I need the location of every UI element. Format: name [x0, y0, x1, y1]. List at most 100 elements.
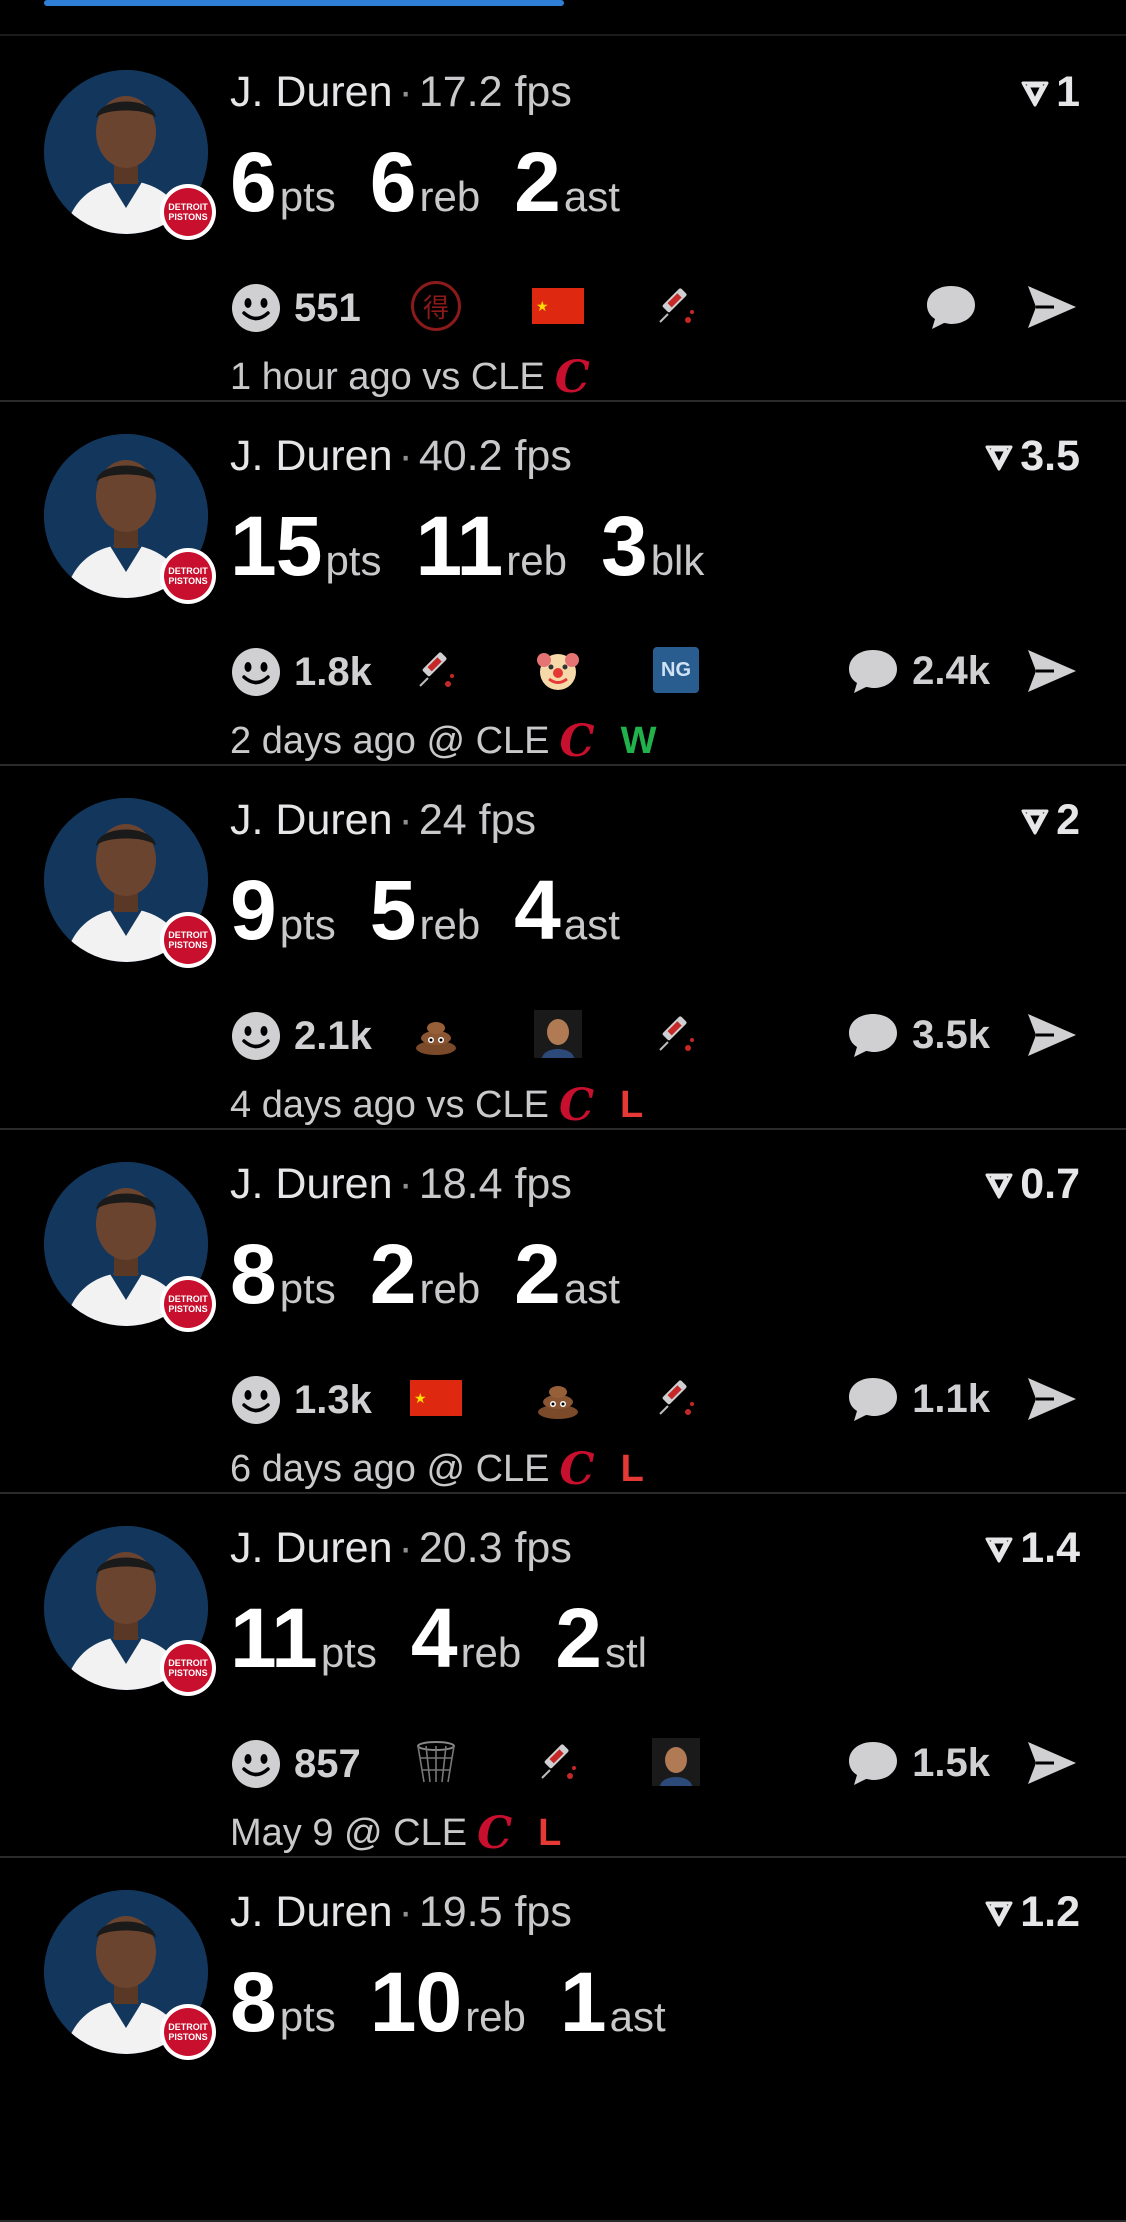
stat-value: 11: [230, 1591, 318, 1685]
stat-label: reb: [419, 901, 481, 948]
game-result: L: [620, 1448, 644, 1490]
fantasy-points: 40.2 fps: [418, 432, 572, 480]
reaction-count: 857: [294, 1741, 361, 1786]
post-card[interactable]: DETROIT PISTONS J. Duren · 18.4 fps 0.7 8 pt…: [0, 1128, 1126, 1495]
reaction-button[interactable]: 857: [230, 1738, 361, 1790]
top-tab-bar: [0, 0, 1126, 36]
game-time-opponent: 1 hour ago vs CLE: [230, 356, 545, 398]
separator-dot: ·: [398, 1888, 413, 1936]
smiley-icon: [232, 1376, 280, 1424]
reaction-button[interactable]: 1.3k: [230, 1374, 372, 1426]
stat-value: 8: [230, 1227, 277, 1321]
share-button[interactable]: [1024, 646, 1080, 701]
stat-ast: 1 ast: [560, 1954, 666, 2051]
cavaliers-logo-icon: C: [558, 1080, 594, 1131]
stat-value: 2: [514, 1227, 561, 1321]
comment-bubble-icon: [849, 1742, 898, 1785]
player-name[interactable]: J. Duren: [230, 1524, 393, 1572]
stat-label: reb: [419, 173, 481, 220]
player-name[interactable]: J. Duren: [230, 68, 393, 116]
game-time-opponent: 2 days ago @ CLE: [230, 720, 550, 762]
stat-ast: 2 ast: [514, 1226, 620, 1323]
reaction-count: 551: [294, 285, 361, 330]
post-card[interactable]: DETROIT PISTONS J. Duren · 20.3 fps 1.4 11 p…: [0, 1492, 1126, 1859]
game-info: 6 days ago @ CLE C L: [230, 1444, 644, 1495]
stat-label: pts: [279, 173, 336, 220]
game-info: 1 hour ago vs CLE C: [230, 352, 600, 403]
stat-reb: 11 reb: [415, 498, 567, 595]
rank-value: 1.2: [1020, 1888, 1080, 1936]
post-card[interactable]: DETROIT PISTONS J. Duren · 40.2 fps 3.5 15 p…: [0, 400, 1126, 767]
stat-value: 3: [600, 499, 648, 593]
post-header: J. Duren · 19.5 fps: [230, 1888, 572, 1937]
stat-value: 5: [369, 863, 417, 957]
stat-value: 15: [230, 499, 322, 593]
team-badge: DETROIT PISTONS: [160, 184, 216, 240]
comment-bubble-icon: [849, 1014, 898, 1057]
syringe-icon: [650, 1372, 702, 1424]
stat-pts: 8 pts: [230, 1954, 336, 2051]
share-button[interactable]: [1024, 1738, 1080, 1793]
share-button[interactable]: [1024, 282, 1080, 337]
syringe-icon: [650, 280, 702, 332]
send-icon: [1028, 1742, 1076, 1784]
game-result: L: [620, 1084, 644, 1126]
stat-value: 9: [230, 863, 277, 957]
reaction-button[interactable]: 1.8k: [230, 646, 372, 698]
smiley-icon: [232, 1012, 280, 1060]
stat-label: reb: [465, 1993, 526, 2040]
stat-pts: 6 pts: [230, 134, 336, 231]
reaction-button[interactable]: 551: [230, 282, 361, 334]
player-name[interactable]: J. Duren: [230, 432, 393, 480]
send-icon: [1028, 1014, 1076, 1056]
stat-line: 8 pts 2 reb 2 ast: [230, 1226, 654, 1323]
stat-reb: 5 reb: [370, 862, 480, 959]
player-name[interactable]: J. Duren: [230, 1160, 393, 1208]
rank-indicator[interactable]: 1.2: [984, 1888, 1080, 1937]
stat-value: 10: [369, 1955, 462, 2049]
stat-label: ast: [563, 173, 620, 220]
smiley-icon: [232, 648, 280, 696]
active-tab-indicator: [44, 0, 564, 6]
rank-value: 3.5: [1020, 432, 1080, 480]
rank-indicator[interactable]: 3.5: [984, 432, 1080, 481]
syringe-icon: [410, 644, 462, 696]
stat-label: reb: [506, 537, 567, 584]
rank-indicator[interactable]: 2: [1020, 796, 1080, 845]
stat-label: pts: [279, 1993, 336, 2040]
post-header: J. Duren · 20.3 fps: [230, 1524, 572, 1573]
stat-label: pts: [279, 1265, 336, 1312]
rank-indicator[interactable]: 1.4: [984, 1524, 1080, 1573]
cavaliers-logo-icon: C: [559, 716, 595, 767]
game-time-opponent: May 9 @ CLE: [230, 1812, 468, 1854]
player-name[interactable]: J. Duren: [230, 1888, 393, 1936]
post-card[interactable]: DETROIT PISTONS J. Duren · 17.2 fps 1 6 pts 6…: [0, 36, 1126, 403]
fantasy-points: 18.4 fps: [418, 1160, 572, 1208]
comment-button[interactable]: 1.5k: [846, 1738, 990, 1788]
comment-button[interactable]: 1.1k: [846, 1374, 990, 1424]
post-actions: 551 得 ★: [230, 276, 1080, 336]
stat-pts: 8 pts: [230, 1226, 336, 1323]
reaction-button[interactable]: 2.1k: [230, 1010, 372, 1062]
comment-button[interactable]: [924, 282, 990, 332]
post-card[interactable]: DETROIT PISTONS J. Duren · 19.5 fps 1.2 8 pt…: [0, 1856, 1126, 2222]
rank-value: 2: [1056, 796, 1080, 844]
stat-line: 15 pts 11 reb 3 blk: [230, 498, 738, 595]
post-header: J. Duren · 18.4 fps: [230, 1160, 572, 1209]
player-name[interactable]: J. Duren: [230, 796, 393, 844]
rank-indicator[interactable]: 1: [1020, 68, 1080, 117]
stat-value: 1: [559, 1955, 607, 2049]
stat-value: 4: [514, 863, 561, 957]
share-button[interactable]: [1024, 1374, 1080, 1429]
post-card[interactable]: DETROIT PISTONS J. Duren · 24 fps 2 9 pts 5 re…: [0, 764, 1126, 1131]
post-actions: 857 1.5k: [230, 1732, 1080, 1792]
comment-button[interactable]: 3.5k: [846, 1010, 990, 1060]
stat-label: ast: [563, 901, 620, 948]
poop-icon: [410, 1008, 462, 1060]
rank-indicator[interactable]: 0.7: [984, 1160, 1080, 1209]
stat-ast: 4 ast: [514, 862, 620, 959]
stat-label: stl: [604, 1629, 647, 1676]
comment-button[interactable]: 2.4k: [846, 646, 990, 696]
stat-value: 6: [369, 135, 417, 229]
share-button[interactable]: [1024, 1010, 1080, 1065]
